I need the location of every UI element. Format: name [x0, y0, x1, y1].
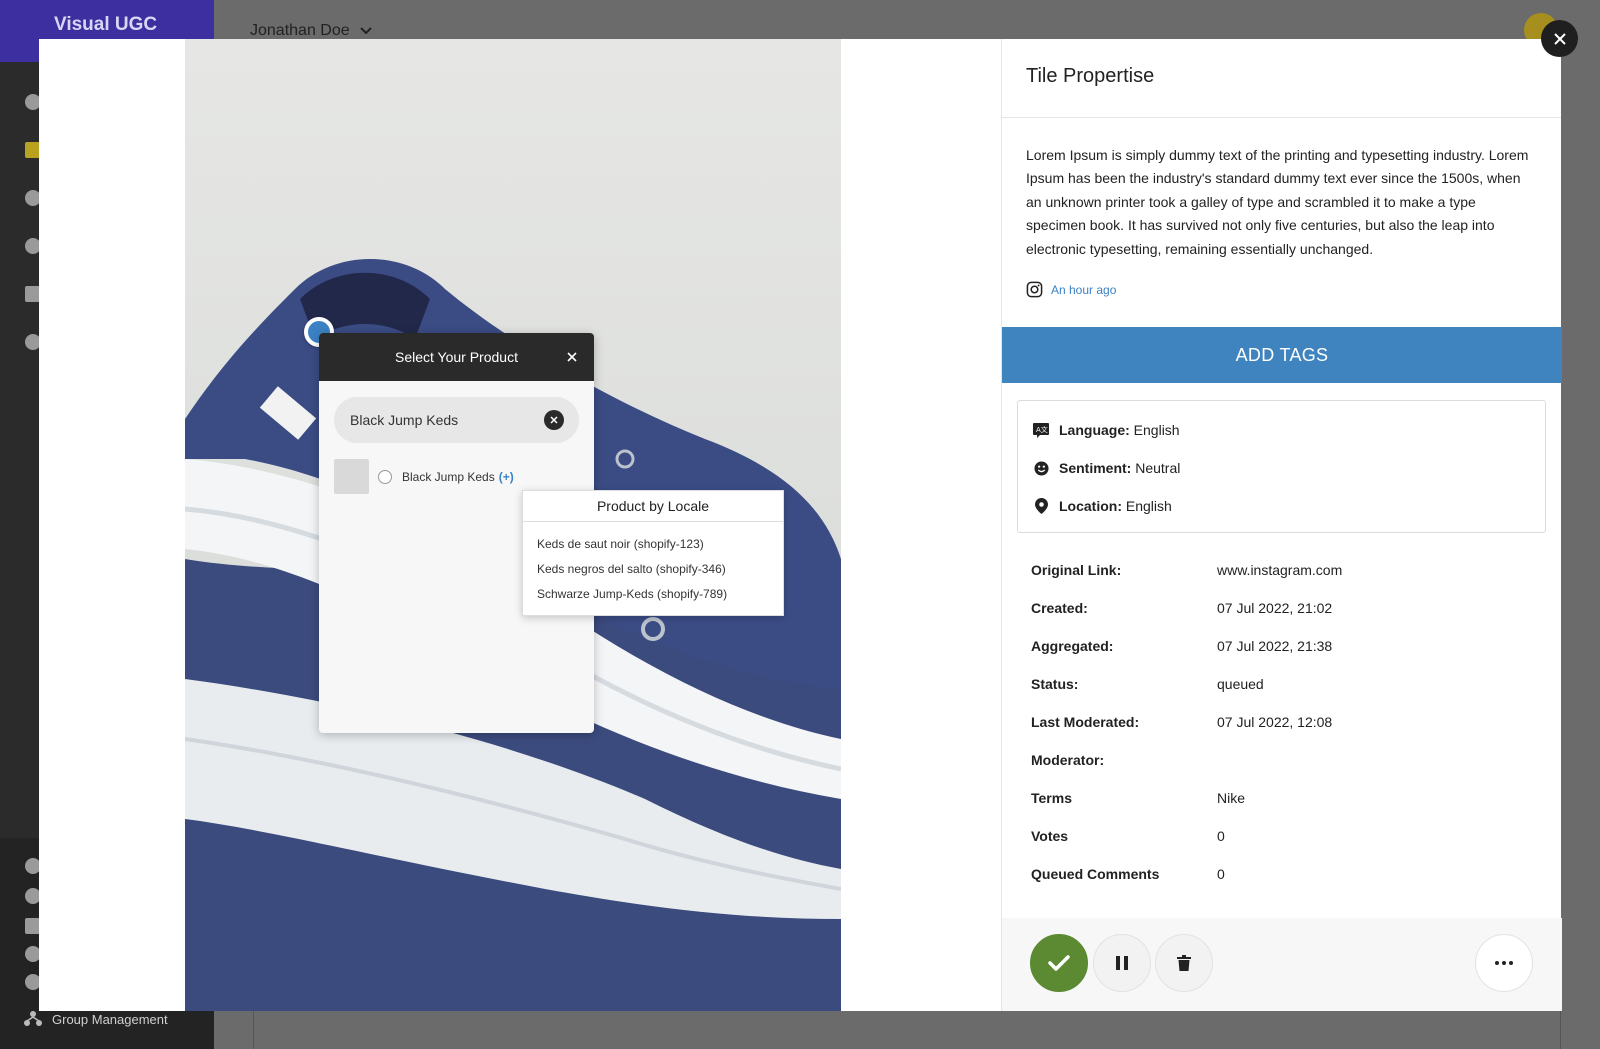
info-table: Original Link: www.instagram.com Created… — [1031, 551, 1531, 893]
user-name: Jonathan Doe — [250, 22, 350, 39]
pause-icon — [1116, 956, 1128, 970]
info-value: 07 Jul 2022, 12:08 — [1217, 714, 1333, 730]
modal-close-button[interactable] — [1541, 20, 1578, 57]
details-description: Lorem Ipsum is simply dummy text of the … — [1026, 147, 1529, 257]
product-result-name: Black Jump Keds — [402, 469, 495, 484]
locale-item[interactable]: Schwarze Jump-Keds (shopify-789) — [537, 582, 769, 607]
post-meta: An hour ago — [1026, 281, 1537, 298]
background-card — [253, 1010, 1561, 1049]
more-horizontal-icon — [1495, 961, 1513, 965]
delete-button[interactable] — [1155, 934, 1213, 992]
posted-time-link[interactable]: An hour ago — [1051, 283, 1116, 297]
tag-sentiment: Sentiment: Neutral — [1033, 449, 1545, 487]
tile-modal: Select Your Product Black Jump Keds Blac… — [39, 39, 1562, 1011]
tag-location: Location: English — [1033, 487, 1545, 525]
media-area: Select Your Product Black Jump Keds Blac… — [39, 39, 1001, 1011]
info-row-aggregated: Aggregated: 07 Jul 2022, 21:38 — [1031, 627, 1531, 665]
sidebar-item-label: Group Management — [52, 1011, 168, 1027]
tag-label: Sentiment: — [1059, 460, 1132, 476]
tag-label: Location: — [1059, 498, 1122, 514]
info-value: Nike — [1217, 790, 1246, 806]
product-radio[interactable] — [378, 469, 392, 484]
info-row-terms: Terms Nike — [1031, 779, 1531, 817]
info-row-created: Created: 07 Jul 2022, 21:02 — [1031, 589, 1531, 627]
product-thumbnail — [334, 459, 369, 494]
add-tags-button[interactable]: ADD TAGS — [1002, 327, 1562, 383]
tag-value: English — [1133, 422, 1180, 438]
info-key: Votes — [1031, 828, 1069, 844]
locale-item[interactable]: Keds negros del salto (shopify-346) — [537, 557, 769, 582]
info-key: Status: — [1031, 676, 1079, 692]
status-value: queued — [1217, 676, 1264, 692]
user-menu[interactable]: Jonathan Doe — [250, 22, 372, 40]
info-row-last-moderated: Last Moderated: 07 Jul 2022, 12:08 — [1031, 703, 1531, 741]
approve-button[interactable] — [1030, 934, 1088, 992]
info-key: Original Link: — [1031, 562, 1122, 578]
tag-language: A文 Language: English — [1033, 411, 1545, 449]
info-key: Terms — [1031, 790, 1072, 806]
translate-icon: A文 — [1033, 422, 1049, 438]
info-row-moderator: Moderator: — [1031, 741, 1531, 779]
info-key: Created: — [1031, 600, 1088, 616]
info-key: Last Moderated: — [1031, 714, 1140, 730]
more-options-button[interactable] — [1475, 934, 1533, 992]
original-link-value[interactable]: www.instagram.com — [1217, 562, 1531, 578]
info-key: Aggregated: — [1031, 638, 1114, 654]
info-key: Moderator: — [1031, 752, 1105, 768]
moderation-actions — [1002, 918, 1562, 1011]
clear-search-icon[interactable] — [544, 410, 564, 430]
group-icon — [24, 1011, 42, 1026]
select-product-title: Select Your Product — [395, 349, 518, 365]
locale-item[interactable]: Keds de saut noir (shopify-123) — [537, 532, 769, 557]
info-value: 07 Jul 2022, 21:02 — [1217, 600, 1333, 616]
info-row-original-link: Original Link: www.instagram.com — [1031, 551, 1531, 589]
trash-icon — [1177, 955, 1191, 971]
details-title: Tile Propertise — [1002, 39, 1561, 118]
tag-value: Neutral — [1135, 460, 1181, 476]
instagram-icon — [1026, 281, 1043, 298]
close-icon[interactable] — [562, 347, 582, 367]
svg-text:A文: A文 — [1036, 425, 1048, 434]
info-value: 0 — [1217, 828, 1225, 844]
tile-details-panel: Tile Propertise Lorem Ipsum is simply du… — [1001, 39, 1562, 1011]
product-locale-popup: Product by Locale Keds de saut noir (sho… — [522, 490, 784, 616]
info-row-votes: Votes 0 — [1031, 817, 1531, 855]
product-add-locale-link[interactable]: (+) — [499, 470, 514, 484]
info-value: 07 Jul 2022, 21:38 — [1217, 638, 1333, 654]
locale-list: Keds de saut noir (shopify-123) Keds neg… — [523, 522, 783, 607]
info-row-status: Status: queued — [1031, 665, 1531, 703]
location-pin-icon — [1033, 498, 1049, 514]
select-product-header: Select Your Product — [319, 333, 594, 381]
check-icon — [1048, 955, 1070, 971]
pause-button[interactable] — [1093, 934, 1151, 992]
info-key: Queued Comments — [1031, 866, 1160, 882]
chevron-down-icon — [359, 27, 372, 35]
tag-label: Language: — [1059, 422, 1130, 438]
tag-value: English — [1125, 498, 1172, 514]
locale-popup-title: Product by Locale — [523, 491, 783, 522]
info-row-queued-comments: Queued Comments 0 — [1031, 855, 1531, 893]
sidebar-item-group-management[interactable]: Group Management — [24, 1010, 168, 1028]
smile-icon — [1033, 460, 1049, 476]
tags-box: A文 Language: English Sentiment: Neutral … — [1017, 400, 1546, 533]
info-value: 0 — [1217, 866, 1225, 882]
product-search-input[interactable]: Black Jump Keds — [334, 397, 579, 443]
product-result-row[interactable]: Black Jump Keds (+) — [334, 459, 579, 494]
product-search-value: Black Jump Keds — [350, 412, 459, 428]
close-icon — [1553, 32, 1566, 45]
